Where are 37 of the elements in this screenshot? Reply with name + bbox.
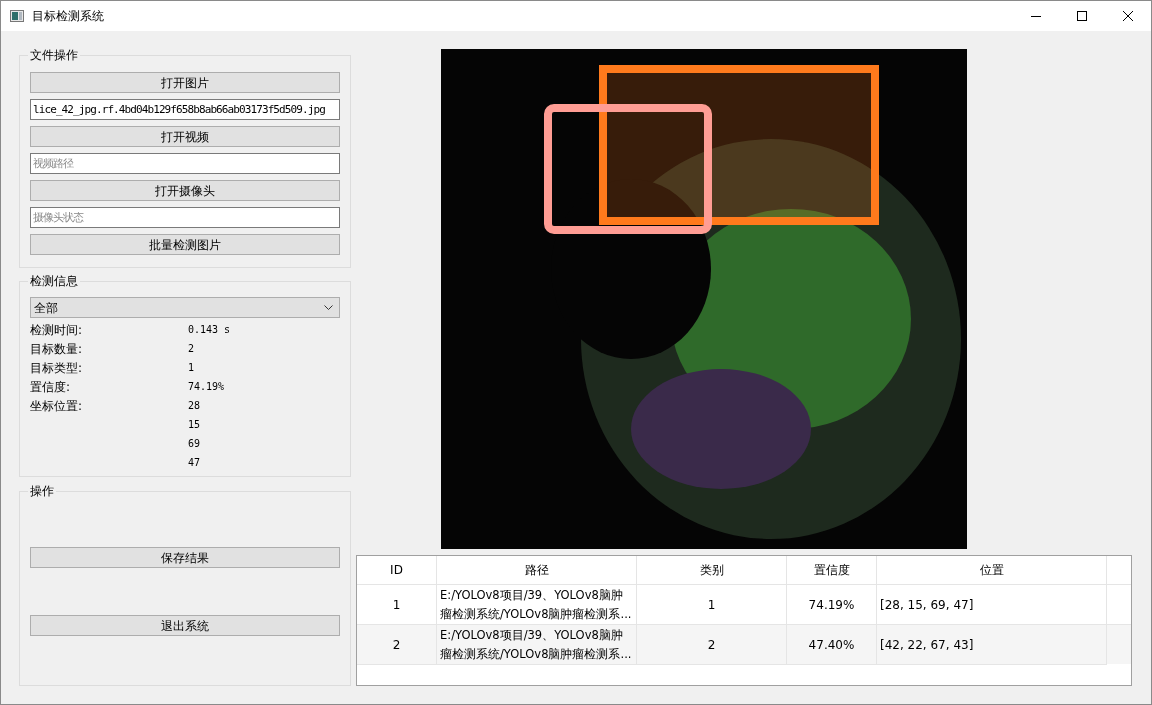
info-value: 0.143 s [188, 323, 231, 337]
info-value: 74.19% [188, 380, 225, 394]
info-value: 1 [188, 361, 195, 375]
app-icon [10, 10, 24, 22]
table-cell: [42, 22, 67, 43] [877, 625, 1107, 664]
info-value: 2 [188, 342, 195, 356]
text-field[interactable]: 视频路径 [30, 153, 340, 174]
push-button[interactable]: 批量检测图片 [30, 234, 340, 255]
info-value: 28 [188, 399, 201, 413]
push-button[interactable]: 打开视频 [30, 126, 340, 147]
info-value: 15 [188, 418, 201, 432]
window-title: 目标检测系统 [32, 8, 104, 25]
table-cell: 2 [357, 625, 437, 664]
text-field[interactable]: 摄像头状态 [30, 207, 340, 228]
group-title: 文件操作 [28, 47, 80, 63]
category-dropdown[interactable]: 全部 [30, 297, 340, 318]
table-cell: 47.40% [787, 625, 877, 664]
close-icon [1123, 11, 1133, 21]
maximize-icon [1077, 11, 1087, 21]
info-label: 目标类型: [30, 359, 84, 377]
info-label: 检测时间: [30, 321, 84, 339]
table-cell: 2 [637, 625, 787, 664]
push-button[interactable]: 打开摄像头 [30, 180, 340, 201]
group-title: 操作 [28, 483, 56, 499]
info-label: 置信度: [30, 378, 72, 396]
info-label: 目标数量: [30, 340, 84, 358]
chevron-down-icon [324, 305, 333, 310]
push-button[interactable]: 退出系统 [30, 615, 340, 636]
group-title: 检测信息 [28, 273, 80, 289]
text-field[interactable]: lice_42_jpg.rf.4bd04b129f658b8ab66ab03173f5d509.jpg [30, 99, 340, 120]
info-value: 69 [188, 437, 201, 451]
info-label: 坐标位置: [30, 397, 84, 415]
info-value: 47 [188, 456, 201, 470]
push-button[interactable]: 打开图片 [30, 72, 340, 93]
minimize-icon [1031, 15, 1041, 17]
push-button[interactable]: 保存结果 [30, 547, 340, 568]
table-cell: E:/YOLOv8项目/39、YOLOv8脑肿瘤检测系统/YOLOv8脑肿瘤检测系... [437, 625, 637, 664]
